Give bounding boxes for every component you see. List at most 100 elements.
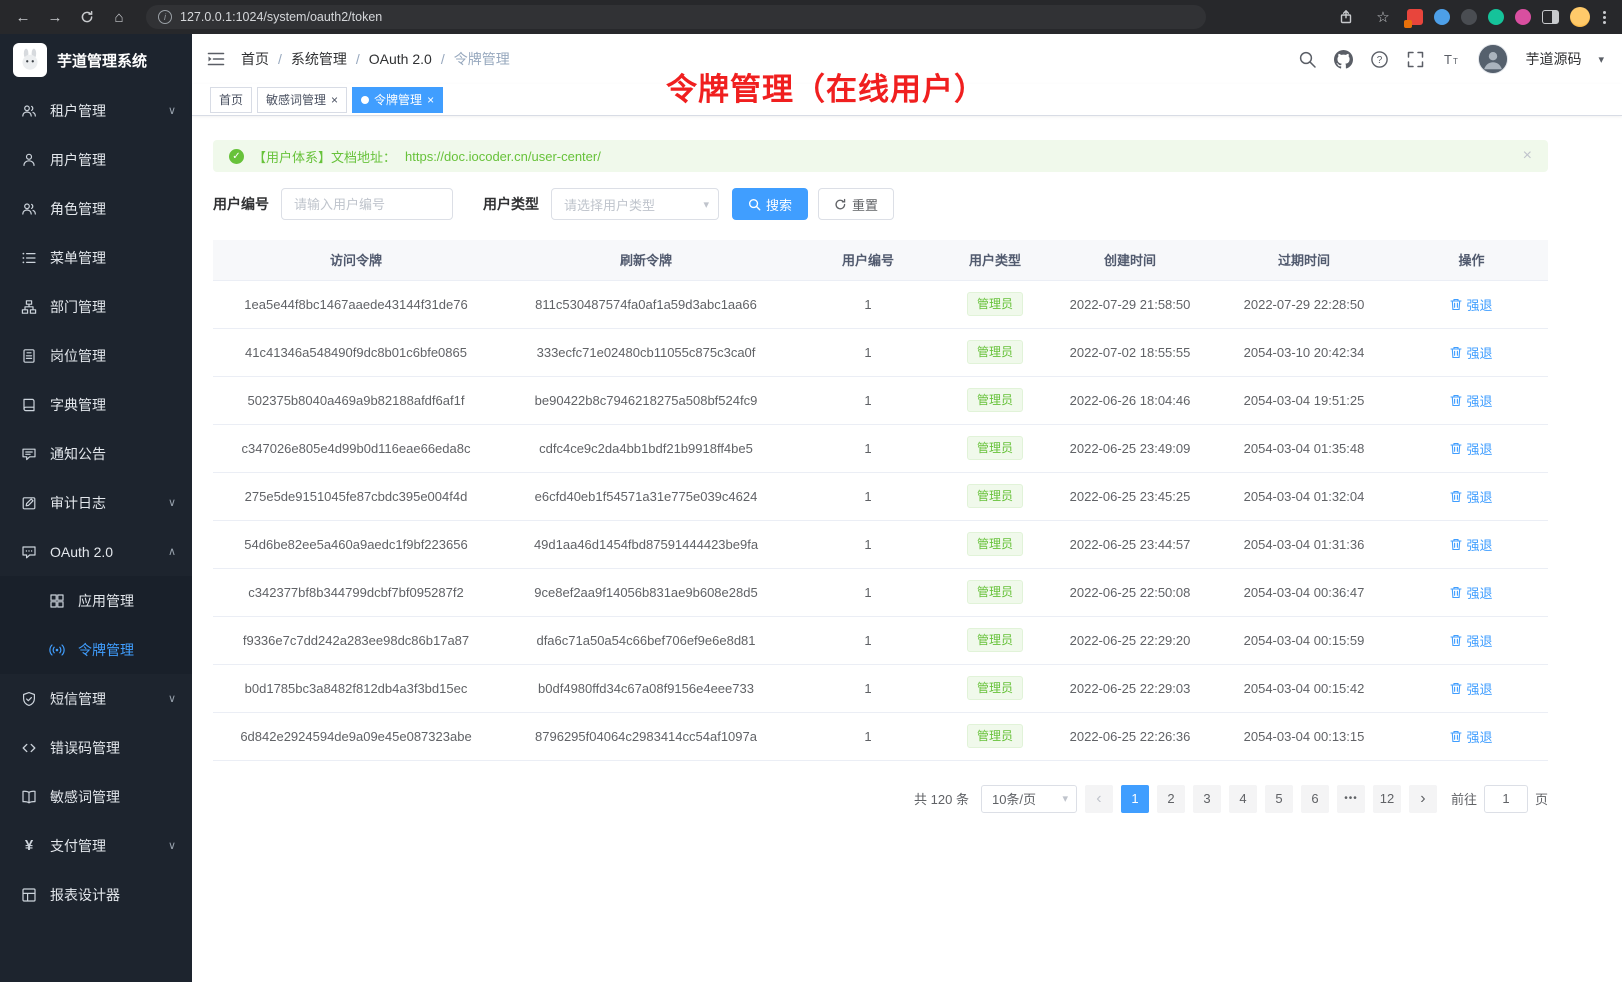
user-id-cell: 1: [793, 616, 943, 664]
split-view-icon[interactable]: [1542, 10, 1559, 24]
sidebar-item-report-designer[interactable]: 报表设计器: [0, 870, 192, 919]
close-icon[interactable]: ×: [331, 94, 338, 106]
page-button-5[interactable]: 5: [1265, 785, 1293, 813]
refresh-token-cell: dfa6c71a50a54c66bef706ef9e6e8d81: [499, 616, 793, 664]
bookmark-star-icon[interactable]: ☆: [1370, 4, 1396, 30]
browser-back-icon[interactable]: ←: [10, 4, 36, 30]
page-button-3[interactable]: 3: [1193, 785, 1221, 813]
sidebar-item-payment[interactable]: ¥ 支付管理 ∨: [0, 821, 192, 870]
page-button-4[interactable]: 4: [1229, 785, 1257, 813]
fullscreen-icon[interactable]: [1406, 50, 1425, 69]
sidebar-item-user[interactable]: 用户管理: [0, 135, 192, 184]
browser-home-icon[interactable]: ⌂: [106, 4, 132, 30]
sidebar-item-oauth2[interactable]: OAuth 2.0 ∧: [0, 527, 192, 576]
github-icon[interactable]: [1334, 50, 1353, 69]
sidebar-item-dict[interactable]: 字典管理: [0, 380, 192, 429]
username[interactable]: 芋道源码: [1525, 49, 1581, 69]
browser-forward-icon[interactable]: →: [42, 4, 68, 30]
pagination: 共 120 条 10条/页 ▾ ‹ 1 2 3 4 5 6 ••• 12 ›: [213, 785, 1548, 813]
tab-sensitive-word[interactable]: 敏感词管理 ×: [257, 87, 347, 113]
next-page-button[interactable]: ›: [1409, 785, 1437, 813]
user-type-select[interactable]: 请选择用户类型 ▾: [551, 188, 719, 220]
page-button-1[interactable]: 1: [1121, 785, 1149, 813]
page-button-6[interactable]: 6: [1301, 785, 1329, 813]
address-bar[interactable]: i 127.0.0.1:1024/system/oauth2/token: [146, 5, 1206, 29]
extension-pink-icon[interactable]: [1515, 9, 1531, 25]
sidebar-item-error-code[interactable]: 错误码管理: [0, 723, 192, 772]
created-time-cell: 2022-07-02 18:55:55: [1047, 328, 1213, 376]
browser-reload-icon[interactable]: [74, 4, 100, 30]
extension-dark-icon[interactable]: [1461, 9, 1477, 25]
created-time-cell: 2022-06-26 18:04:46: [1047, 376, 1213, 424]
page-button-2[interactable]: 2: [1157, 785, 1185, 813]
font-size-icon[interactable]: TT: [1442, 50, 1461, 69]
app-logo[interactable]: 芋道管理系统: [0, 34, 192, 86]
alert-close-icon[interactable]: ×: [1523, 147, 1532, 165]
sidebar-item-label: 应用管理: [78, 591, 134, 611]
search-icon[interactable]: [1298, 50, 1317, 69]
doc-link[interactable]: https://doc.iocoder.cn/user-center/: [405, 149, 601, 164]
force-logout-button[interactable]: 强退: [1450, 487, 1492, 506]
force-logout-button[interactable]: 强退: [1450, 295, 1492, 314]
force-logout-button[interactable]: 强退: [1450, 391, 1492, 410]
extension-green-icon[interactable]: [1488, 9, 1504, 25]
sidebar-item-oauth2-token[interactable]: 令牌管理: [0, 625, 192, 674]
help-icon[interactable]: ?: [1370, 50, 1389, 69]
prev-page-button[interactable]: ‹: [1085, 785, 1113, 813]
sidebar-item-label: 通知公告: [50, 444, 106, 464]
table-row: 502375b8040a469a9b82188afdf6af1f be90422…: [213, 376, 1548, 424]
page-size-select[interactable]: 10条/页 ▾: [981, 785, 1077, 813]
reset-button[interactable]: 重置: [818, 188, 894, 220]
breadcrumb-oauth2[interactable]: OAuth 2.0: [369, 51, 432, 67]
sidebar-item-sms[interactable]: 短信管理 ∨: [0, 674, 192, 723]
force-logout-button[interactable]: 强退: [1450, 343, 1492, 362]
sidebar-item-tenant[interactable]: 租户管理 ∨: [0, 86, 192, 135]
user-id-input[interactable]: [281, 188, 453, 220]
breadcrumb: 首页 / 系统管理 / OAuth 2.0 / 令牌管理: [241, 49, 510, 69]
sidebar-item-dept[interactable]: 部门管理: [0, 282, 192, 331]
svg-text:T: T: [1444, 52, 1452, 67]
force-logout-button[interactable]: 强退: [1450, 727, 1492, 746]
sidebar-item-role[interactable]: 角色管理: [0, 184, 192, 233]
user-menu-caret-icon[interactable]: ▾: [1598, 53, 1604, 66]
expire-time-cell: 2022-07-29 22:28:50: [1213, 280, 1395, 328]
sidebar-toggle-icon[interactable]: [206, 49, 226, 69]
goto-page-input[interactable]: [1484, 785, 1528, 813]
sidebar-menu: 租户管理 ∨ 用户管理 角色管理 菜单管理 部门管理: [0, 86, 192, 919]
extension-blue-icon[interactable]: [1434, 9, 1450, 25]
page-ellipsis[interactable]: •••: [1337, 785, 1365, 813]
sidebar-item-label: 错误码管理: [50, 738, 120, 758]
browser-profile-avatar[interactable]: [1570, 7, 1590, 27]
force-logout-label: 强退: [1466, 679, 1492, 698]
share-icon[interactable]: [1333, 4, 1359, 30]
url-text[interactable]: 127.0.0.1:1024/system/oauth2/token: [180, 10, 382, 24]
extension-red-icon[interactable]: [1407, 9, 1423, 25]
sidebar-item-menu[interactable]: 菜单管理: [0, 233, 192, 282]
site-info-icon[interactable]: i: [158, 10, 172, 24]
force-logout-button[interactable]: 强退: [1450, 583, 1492, 602]
table-row: 6d842e2924594de9a09e45e087323abe 8796295…: [213, 712, 1548, 760]
force-logout-button[interactable]: 强退: [1450, 535, 1492, 554]
sidebar-item-audit-log[interactable]: 审计日志 ∨: [0, 478, 192, 527]
sidebar-item-label: 菜单管理: [50, 248, 106, 268]
tab-home[interactable]: 首页: [210, 87, 252, 113]
page-button-12[interactable]: 12: [1373, 785, 1401, 813]
search-button[interactable]: 搜索: [732, 188, 808, 220]
action-cell: 强退: [1395, 568, 1548, 616]
force-logout-button[interactable]: 强退: [1450, 631, 1492, 650]
force-logout-button[interactable]: 强退: [1450, 439, 1492, 458]
breadcrumb-system[interactable]: 系统管理: [291, 49, 347, 69]
error-code-icon: [21, 740, 37, 756]
select-caret-icon: ▾: [1062, 792, 1068, 805]
breadcrumb-home[interactable]: 首页: [241, 49, 269, 69]
close-icon[interactable]: ×: [427, 94, 434, 106]
user-avatar[interactable]: [1478, 44, 1508, 74]
browser-menu-icon[interactable]: [1601, 9, 1608, 26]
force-logout-button[interactable]: 强退: [1450, 679, 1492, 698]
sidebar-item-post[interactable]: 岗位管理: [0, 331, 192, 380]
sidebar-item-oauth2-app[interactable]: 应用管理: [0, 576, 192, 625]
sidebar-item-notice[interactable]: 通知公告: [0, 429, 192, 478]
sidebar-item-sensitive-word[interactable]: 敏感词管理: [0, 772, 192, 821]
user-id-cell: 1: [793, 664, 943, 712]
tab-token[interactable]: 令牌管理 ×: [352, 87, 443, 113]
